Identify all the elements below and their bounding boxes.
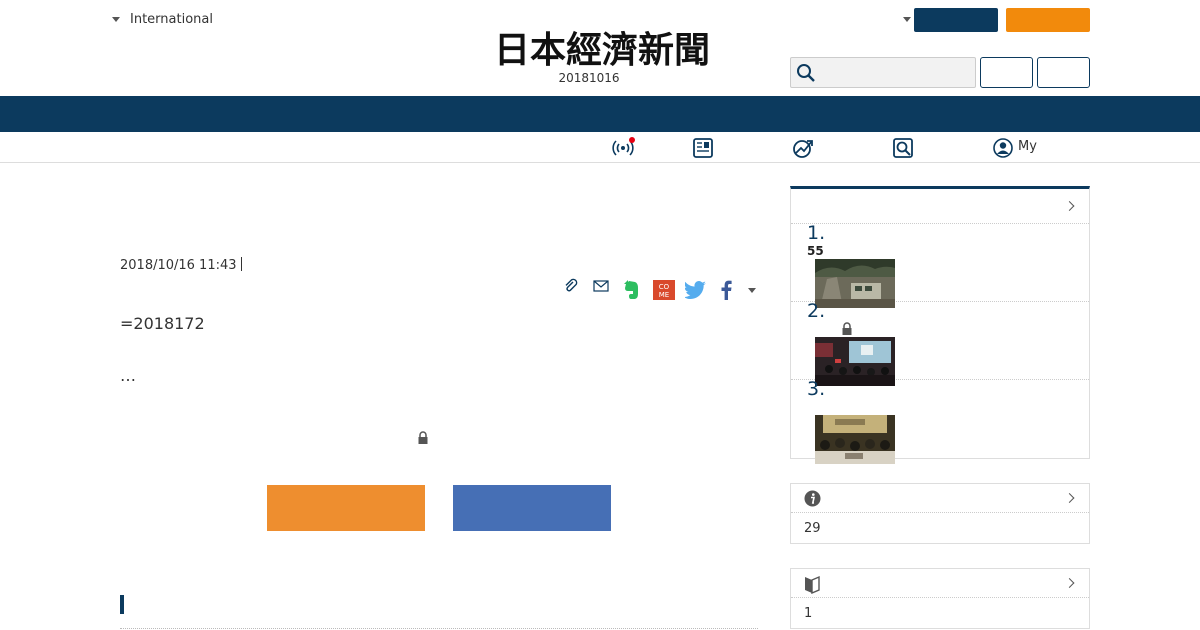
main-navbar (0, 96, 1200, 132)
info-panel-header[interactable] (791, 484, 1089, 513)
lock-icon (418, 431, 428, 444)
article-thumbnail[interactable] (815, 259, 895, 308)
svg-text:ME: ME (659, 291, 669, 299)
chevron-right-icon (1064, 493, 1075, 503)
search-icon (797, 64, 815, 82)
info-panel: 29 (790, 483, 1090, 544)
ranking-item[interactable]: 2. (791, 300, 1089, 386)
beginner-panel-header[interactable] (791, 569, 1089, 598)
region-selector[interactable]: International (112, 12, 213, 27)
market-chart-icon[interactable] (792, 137, 816, 159)
rank-number: 2. (807, 300, 826, 322)
clip-icon[interactable] (563, 278, 579, 294)
rank-subtext: 55 (807, 244, 824, 258)
svg-text:CO: CO (659, 283, 670, 291)
ranking-item[interactable]: 3. (791, 378, 1089, 464)
twitter-icon[interactable] (685, 281, 707, 299)
divider (120, 628, 758, 629)
subscribe-cta-button[interactable] (267, 485, 425, 531)
user-account-icon[interactable] (992, 137, 1014, 159)
caret-down-icon[interactable] (903, 17, 911, 22)
rank-number: 3. (807, 378, 826, 400)
article-lead: =2018172 (120, 314, 205, 333)
search-input[interactable] (790, 57, 976, 88)
article-timestamp: 2018/10/16 11:43 (120, 257, 242, 273)
nikkei-logo[interactable]: 日本經濟新聞 (452, 28, 752, 68)
sub-navigation: My (0, 132, 1200, 163)
search-option-button[interactable] (980, 57, 1033, 88)
share-more-caret-icon[interactable] (748, 288, 756, 293)
search-submit-button[interactable] (1037, 57, 1090, 88)
search-news-icon[interactable] (892, 137, 914, 159)
section-heading-marker (120, 595, 124, 614)
login-cta-button[interactable] (453, 485, 611, 531)
mail-icon[interactable] (593, 278, 609, 294)
paper-viewer-icon[interactable] (692, 137, 714, 159)
chevron-right-icon (1064, 578, 1075, 588)
caret-down-icon (112, 17, 120, 22)
article-thumbnail[interactable] (815, 337, 895, 386)
beginner-panel: 1 (790, 568, 1090, 629)
beginner-panel-value: 1 (804, 606, 813, 621)
edition-date: 20181016 (558, 71, 620, 85)
live-broadcast-icon[interactable] (611, 137, 637, 159)
evernote-icon[interactable] (622, 279, 640, 301)
svg-text:日本經濟新聞: 日本經濟新聞 (494, 29, 710, 68)
facebook-icon[interactable] (719, 280, 733, 300)
info-icon (804, 490, 821, 507)
lock-icon (842, 322, 852, 335)
region-label: International (130, 12, 213, 27)
comment-icon[interactable]: CO ME (653, 280, 675, 300)
login-button[interactable] (914, 8, 998, 32)
chevron-right-icon (1064, 201, 1075, 211)
rank-number: 1. (807, 222, 826, 244)
ranking-header[interactable] (791, 189, 1089, 224)
subscribe-button[interactable] (1006, 8, 1090, 32)
ranking-panel: 1. 55 2. 3. (790, 186, 1090, 464)
ranking-item[interactable]: 1. 55 (791, 222, 1089, 308)
my-nikkei-label[interactable]: My (1018, 139, 1037, 154)
beginner-mark-icon (805, 575, 820, 594)
article-thumbnail[interactable] (815, 415, 895, 464)
info-panel-value: 29 (804, 521, 821, 536)
article-ellipsis: … (120, 366, 136, 385)
